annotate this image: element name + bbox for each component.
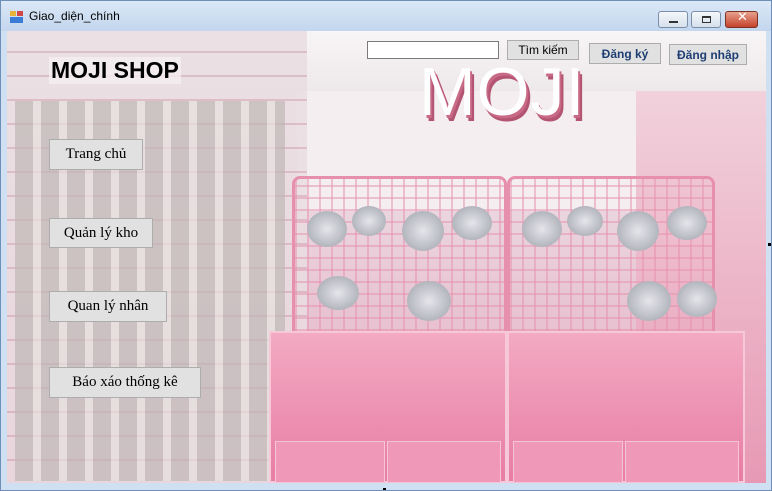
maximize-button[interactable] — [691, 11, 721, 28]
minimize-icon — [669, 21, 678, 23]
store-logo-text: MOJI — [419, 54, 586, 130]
close-icon: ✕ — [737, 10, 748, 25]
minimize-button[interactable] — [658, 11, 688, 28]
app-icon — [10, 11, 24, 23]
search-button[interactable]: Tìm kiếm — [507, 40, 579, 60]
maximize-icon — [702, 16, 711, 23]
title-bar[interactable]: Giao_diện_chính ✕ — [1, 1, 771, 31]
client-area: MOJI MOJI SHOP Tìm kiếm Đăng ký Đăng nhậ… — [7, 31, 766, 483]
nav-reports-button[interactable]: Báo xáo thống kê — [49, 367, 201, 398]
window-title: Giao_diện_chính — [29, 9, 120, 23]
nav-staff-button[interactable]: Quan lý nhân — [49, 291, 167, 322]
search-input[interactable] — [367, 41, 499, 59]
main-window: Giao_diện_chính ✕ MOJI MOJI SHOP Tìm kiế… — [0, 0, 772, 491]
resize-handle[interactable] — [768, 243, 771, 246]
nav-home-button[interactable]: Trang chủ — [49, 139, 143, 170]
nav-warehouse-button[interactable]: Quản lý kho — [49, 218, 153, 248]
shop-name-label: MOJI SHOP — [49, 57, 181, 84]
close-button[interactable]: ✕ — [725, 10, 758, 28]
bottom-resize-handle[interactable] — [383, 488, 386, 490]
register-button[interactable]: Đăng ký — [589, 43, 661, 64]
login-button[interactable]: Đăng nhập — [669, 44, 747, 65]
